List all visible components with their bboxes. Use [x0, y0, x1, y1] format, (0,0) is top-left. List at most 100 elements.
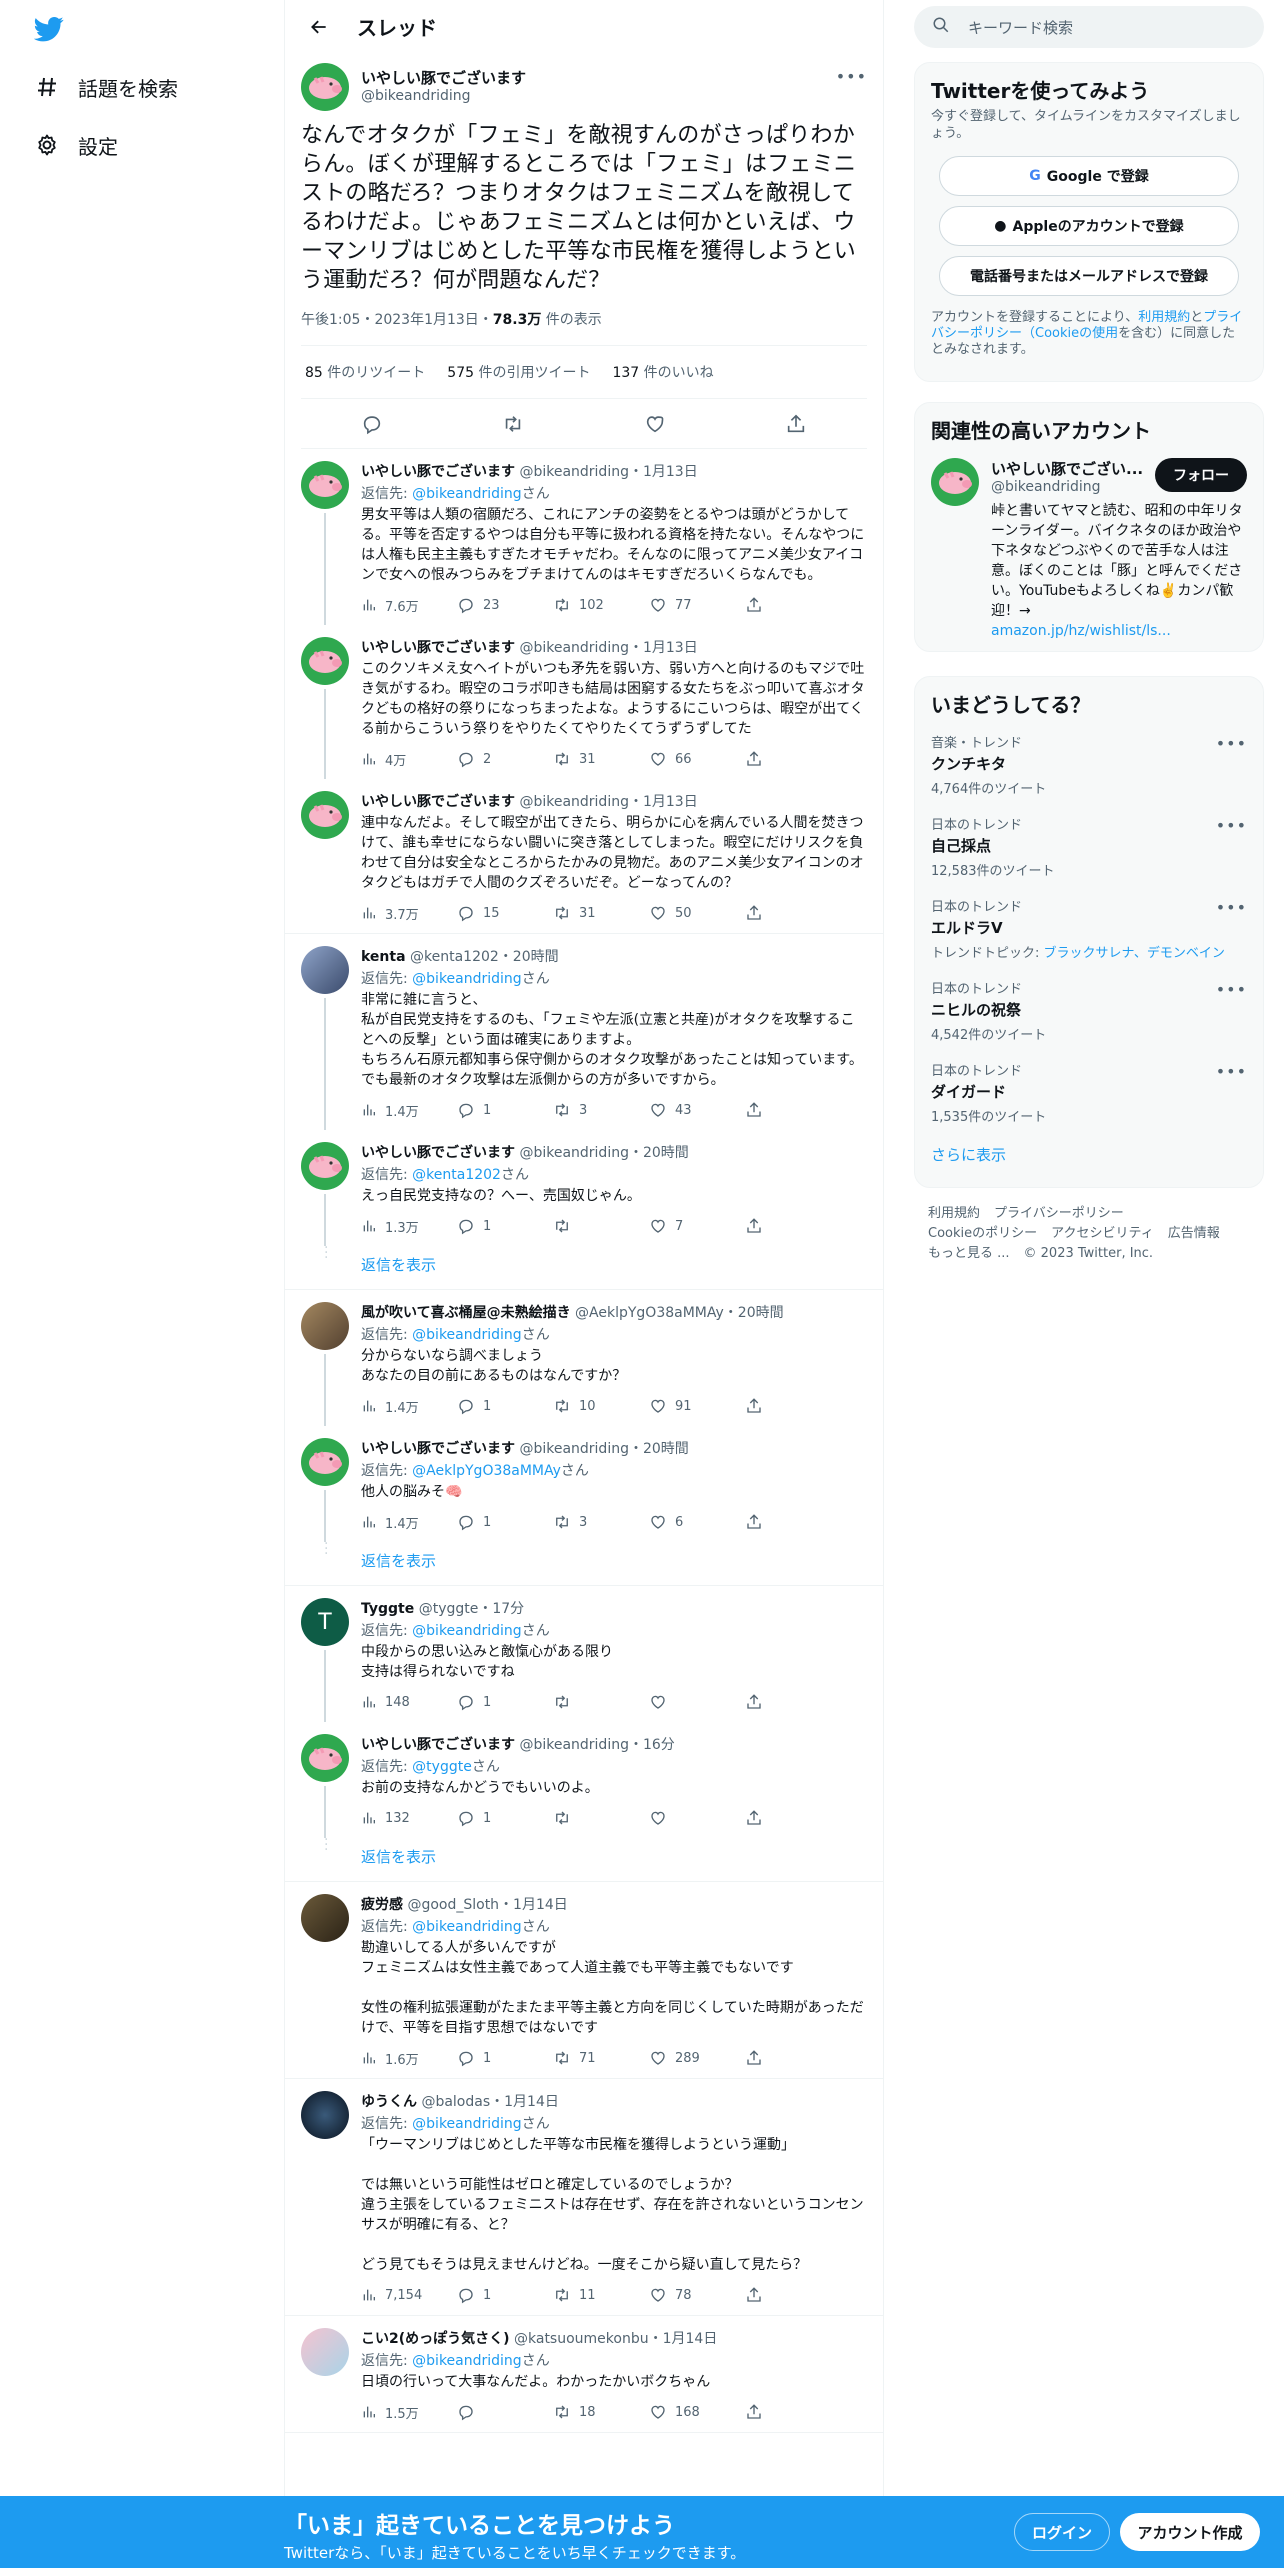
reply-icon[interactable]: 1 [457, 1513, 553, 1531]
footer-more[interactable]: もっと見る ... [928, 1246, 1010, 1261]
trend-item[interactable]: 日本のトレンド エルドラV トレンドトピック: ブラックサレナ、デモンベイン ••• [915, 886, 1263, 968]
share-icon[interactable] [745, 1513, 841, 1531]
like-icon[interactable] [644, 413, 666, 435]
back-arrow-icon[interactable] [301, 9, 337, 45]
reply-to-link[interactable]: @kenta1202 [412, 1167, 501, 1183]
tweet-time[interactable]: ・20時間 [629, 1145, 689, 1161]
reply-tweet[interactable]: kenta @kenta1202・20時間 返信先: @bikeandriding… [285, 934, 883, 1130]
like-icon[interactable]: 43 [649, 1101, 745, 1119]
avatar[interactable] [301, 2091, 349, 2139]
trend-topic-link[interactable]: ブラックサレナ、デモンベイン [1044, 946, 1225, 961]
author-name[interactable]: いやしい豚でございます [361, 794, 515, 810]
author-name[interactable]: 疲労感 [361, 1897, 403, 1913]
retweet-icon[interactable]: 18 [553, 2403, 649, 2421]
like-icon[interactable]: 6 [649, 1513, 745, 1531]
trend-item[interactable]: 日本のトレンド 自己採点 12,583件のツイート ••• [915, 804, 1263, 886]
avatar[interactable] [301, 1438, 349, 1486]
reply-to-link[interactable]: @bikeandriding [412, 1327, 522, 1343]
reply-icon[interactable]: 23 [457, 596, 553, 614]
related-account[interactable]: いやしい豚でござい... @bikeandriding フォロー 峠と書いてヤマ… [915, 448, 1263, 651]
avatar[interactable] [301, 1894, 349, 1942]
view-count-icon[interactable]: 1.6万 [361, 2049, 457, 2068]
author-name[interactable]: Tyggte [361, 1601, 414, 1617]
avatar[interactable] [301, 791, 349, 839]
terms-link[interactable]: 利用規約 [1138, 310, 1190, 325]
author-name[interactable]: こい2(めっぽう気さく) [361, 2331, 510, 2347]
author-handle[interactable]: @bikeandriding [515, 1737, 629, 1753]
reply-tweet[interactable]: いやしい豚でございます @bikeandriding・20時間 返信先: @Aek… [285, 1426, 883, 1542]
like-icon[interactable]: 50 [649, 904, 745, 922]
share-icon[interactable] [745, 2403, 841, 2421]
reply-tweet[interactable]: いやしい豚でございます @bikeandriding・1月13日 返信先: @bi… [285, 449, 883, 625]
retweet-icon[interactable]: 31 [553, 904, 649, 922]
author-handle[interactable]: @bikeandriding [361, 88, 526, 104]
create-account-button[interactable]: アカウント作成 [1120, 2513, 1260, 2551]
more-options-icon[interactable]: ••• [1216, 734, 1247, 753]
nav-explore[interactable]: 話題を検索 [34, 67, 178, 107]
tweet-time[interactable]: ・1月13日 [629, 794, 698, 810]
like-icon[interactable]: 78 [649, 2286, 745, 2304]
author-handle[interactable]: @bikeandriding [515, 640, 629, 656]
related-name[interactable]: いやしい豚でござい... [991, 458, 1143, 479]
reply-icon[interactable]: 1 [457, 1693, 553, 1711]
quote-stat[interactable]: 575 件の引用ツイート [447, 362, 590, 382]
retweet-icon[interactable]: 71 [553, 2049, 649, 2067]
reply-icon[interactable] [361, 413, 383, 435]
view-count-icon[interactable]: 1.4万 [361, 1397, 457, 1416]
author-handle[interactable]: @good_Sloth [403, 1897, 499, 1913]
author-handle[interactable]: @bikeandriding [515, 1441, 629, 1457]
reply-tweet[interactable]: T Tyggte @tyggte・17分 返信先: @bikeandridingさん… [285, 1586, 883, 1722]
view-count-icon[interactable]: 7.6万 [361, 596, 457, 615]
footer-accessibility[interactable]: アクセシビリティ [1051, 1226, 1154, 1241]
author-name[interactable]: いやしい豚でございます [361, 67, 526, 88]
avatar[interactable] [301, 637, 349, 685]
reply-icon[interactable]: 1 [457, 1101, 553, 1119]
reply-to-link[interactable]: @AeklpYgO38aMMAy [412, 1463, 561, 1479]
share-icon[interactable] [745, 1101, 841, 1119]
author-handle[interactable]: @bikeandriding [515, 1145, 629, 1161]
tweet-time[interactable]: ・20時間 [629, 1441, 689, 1457]
more-options-icon[interactable]: ••• [836, 67, 867, 86]
avatar[interactable] [301, 946, 349, 994]
avatar[interactable] [301, 1734, 349, 1782]
retweet-stat[interactable]: 85 件のリツイート [305, 362, 425, 382]
reply-to-link[interactable]: @bikeandriding [412, 2353, 522, 2369]
author-name[interactable]: kenta [361, 949, 406, 965]
author-name[interactable]: いやしい豚でございます [361, 464, 515, 480]
author-handle[interactable]: @bikeandriding [515, 794, 629, 810]
reply-icon[interactable]: 1 [457, 1217, 553, 1235]
author-handle[interactable]: @balodas [417, 2094, 490, 2110]
reply-to-link[interactable]: @bikeandriding [412, 486, 522, 502]
view-count-icon[interactable]: 1.4万 [361, 1101, 457, 1120]
reply-tweet[interactable]: いやしい豚でございます @bikeandriding・1月13日 このクソキメえ女… [285, 625, 883, 779]
trends-show-more[interactable]: さらに表示 [915, 1132, 1263, 1181]
phone-signup-button[interactable]: 電話番号またはメールアドレスで登録 [939, 256, 1239, 296]
reply-tweet[interactable]: いやしい豚でございます @bikeandriding・20時間 返信先: @ken… [285, 1130, 883, 1246]
view-count-icon[interactable]: 3.7万 [361, 904, 457, 923]
tweet-time[interactable]: 午後1:05・2023年1月13日・ [301, 312, 493, 328]
reply-to-link[interactable]: @tyggte [412, 1759, 472, 1775]
reply-icon[interactable]: 1 [457, 2049, 553, 2067]
avatar[interactable] [931, 458, 979, 506]
apple-signup-button[interactable]: ● Appleのアカウントで登録 [939, 206, 1239, 246]
retweet-icon[interactable]: 11 [553, 2286, 649, 2304]
search-input[interactable]: キーワード検索 [914, 6, 1264, 48]
tweet-time[interactable]: ・20時間 [724, 1305, 784, 1321]
view-count-icon[interactable]: 132 [361, 1810, 457, 1826]
retweet-icon[interactable] [553, 1809, 649, 1827]
retweet-icon[interactable]: 3 [553, 1101, 649, 1119]
reply-icon[interactable]: 1 [457, 1809, 553, 1827]
author-name[interactable]: いやしい豚でございます [361, 1441, 515, 1457]
like-icon[interactable]: 7 [649, 1217, 745, 1235]
share-icon[interactable] [745, 1397, 841, 1415]
retweet-icon[interactable] [553, 1693, 649, 1711]
reply-icon[interactable] [457, 2403, 553, 2421]
avatar[interactable] [301, 1142, 349, 1190]
share-icon[interactable] [745, 2049, 841, 2067]
trend-item[interactable]: 日本のトレンド ダイガード 1,535件のツイート ••• [915, 1050, 1263, 1132]
author-name[interactable]: いやしい豚でございます [361, 640, 515, 656]
footer-privacy[interactable]: プライバシーポリシー [994, 1206, 1124, 1221]
reply-tweet[interactable]: いやしい豚でございます @bikeandriding・1月13日 連中なんだよ。そ… [285, 779, 883, 934]
avatar[interactable] [301, 1302, 349, 1350]
reply-icon[interactable]: 15 [457, 904, 553, 922]
